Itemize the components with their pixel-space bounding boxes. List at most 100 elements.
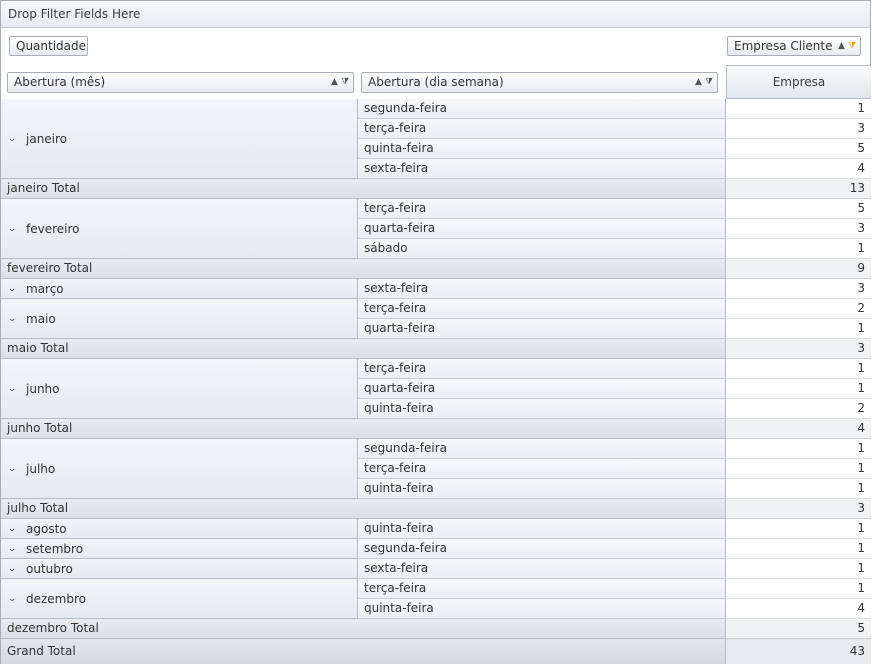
- day-row-header: terça-feira: [358, 459, 726, 479]
- row-field-abertura-dia-semana[interactable]: Abertura (dia semana) ▲ ⧩: [361, 72, 718, 93]
- month-label: fevereiro: [26, 221, 80, 236]
- value-cell: 2: [726, 399, 871, 419]
- value-cell: 1: [726, 459, 871, 479]
- day-row-header: segunda-feira: [358, 539, 726, 559]
- day-row-header: quarta-feira: [358, 319, 726, 339]
- value-cell: 4: [726, 159, 871, 179]
- day-row-header: sexta-feira: [358, 279, 726, 299]
- month-row-header[interactable]: ⌄ fevereiro: [1, 199, 358, 259]
- month-total-value: 5: [726, 619, 871, 639]
- chevron-down-icon[interactable]: ⌄: [7, 564, 23, 574]
- sort-ascending-icon[interactable]: ▲: [331, 77, 338, 87]
- column-header-empresa: Empresa: [726, 65, 871, 99]
- month-row-header[interactable]: ⌄ setembro: [1, 539, 358, 559]
- day-row-header: quarta-feira: [358, 379, 726, 399]
- row-field-abertura-mes[interactable]: Abertura (mês) ▲ ⧩: [7, 72, 354, 93]
- value-cell: 1: [726, 239, 871, 259]
- month-row-header[interactable]: ⌄ agosto: [1, 519, 358, 539]
- month-total-label: fevereiro Total: [1, 259, 726, 279]
- month-total-value: 13: [726, 179, 871, 199]
- month-total-label: dezembro Total: [1, 619, 726, 639]
- day-row-header: segunda-feira: [358, 439, 726, 459]
- day-row-header: quinta-feira: [358, 599, 726, 619]
- row-field-label: Abertura (mês): [14, 75, 106, 89]
- month-label: maio: [26, 311, 56, 326]
- value-cell: 5: [726, 199, 871, 219]
- day-row-header: terça-feira: [358, 119, 726, 139]
- value-cell: 1: [726, 479, 871, 499]
- grand-total-label: Grand Total: [1, 639, 726, 664]
- month-row-header[interactable]: ⌄ julho: [1, 439, 358, 499]
- value-cell: 1: [726, 439, 871, 459]
- value-cell: 1: [726, 319, 871, 339]
- month-label: março: [26, 281, 64, 296]
- day-row-header: quinta-feira: [358, 519, 726, 539]
- month-row-header[interactable]: ⌄ outubro: [1, 559, 358, 579]
- value-cell: 1: [726, 559, 871, 579]
- value-cell: 1: [726, 519, 871, 539]
- chevron-down-icon[interactable]: ⌄: [7, 224, 23, 234]
- month-row-header[interactable]: ⌄ maio: [1, 299, 358, 339]
- chevron-down-icon[interactable]: ⌄: [7, 594, 23, 604]
- value-cell: 1: [726, 99, 871, 119]
- day-row-header: terça-feira: [358, 359, 726, 379]
- day-row-header: quinta-feira: [358, 139, 726, 159]
- filter-icon[interactable]: ⧩: [705, 73, 713, 92]
- value-cell: 2: [726, 299, 871, 319]
- day-row-header: segunda-feira: [358, 99, 726, 119]
- column-field-empresa-cliente[interactable]: Empresa Cliente ▲ ⧩: [727, 36, 861, 56]
- month-total-label: janeiro Total: [1, 179, 726, 199]
- sort-ascending-icon[interactable]: ▲: [838, 41, 845, 51]
- chevron-down-icon[interactable]: ⌄: [7, 314, 23, 324]
- value-cell: 3: [726, 119, 871, 139]
- month-label: setembro: [26, 541, 84, 556]
- column-field-label: Empresa Cliente: [734, 39, 833, 53]
- day-row-header: quinta-feira: [358, 399, 726, 419]
- filter-drop-area[interactable]: Drop Filter Fields Here: [1, 1, 870, 28]
- day-row-header: terça-feira: [358, 199, 726, 219]
- month-total-value: 4: [726, 419, 871, 439]
- value-cell: 1: [726, 579, 871, 599]
- row-field-label: Abertura (dia semana): [368, 75, 504, 89]
- chevron-down-icon[interactable]: ⌄: [7, 384, 23, 394]
- data-field-label: Quantidade: [16, 39, 87, 53]
- month-total-value: 3: [726, 499, 871, 519]
- day-row-header: quinta-feira: [358, 479, 726, 499]
- month-total-value: 3: [726, 339, 871, 359]
- chevron-down-icon[interactable]: ⌄: [7, 134, 23, 144]
- chevron-down-icon[interactable]: ⌄: [7, 544, 23, 554]
- filter-icon[interactable]: ⧩: [341, 73, 349, 92]
- sort-ascending-icon[interactable]: ▲: [695, 77, 702, 87]
- day-row-header: sexta-feira: [358, 159, 726, 179]
- month-row-header[interactable]: ⌄ março: [1, 279, 358, 299]
- month-label: outubro: [26, 561, 73, 576]
- day-row-header: terça-feira: [358, 579, 726, 599]
- pivot-body: ⌄ janeiro segunda-feira 1 terça-feira 3 quinta…: [1, 99, 871, 664]
- month-label: janeiro: [26, 131, 68, 146]
- day-row-header: quarta-feira: [358, 219, 726, 239]
- chevron-down-icon[interactable]: ⌄: [7, 464, 23, 474]
- month-label: junho: [26, 381, 60, 396]
- month-row-header[interactable]: ⌄ dezembro: [1, 579, 358, 619]
- month-row-header[interactable]: ⌄ janeiro: [1, 99, 358, 179]
- value-cell: 1: [726, 379, 871, 399]
- chevron-down-icon[interactable]: ⌄: [7, 284, 23, 294]
- value-cell: 1: [726, 359, 871, 379]
- day-row-header: terça-feira: [358, 299, 726, 319]
- value-cell: 3: [726, 279, 871, 299]
- month-total-label: maio Total: [1, 339, 726, 359]
- pivot-grid: Drop Filter Fields Here Quantidade Empre…: [0, 0, 871, 664]
- day-row-header: sábado: [358, 239, 726, 259]
- month-label: dezembro: [26, 591, 86, 606]
- month-total-label: julho Total: [1, 499, 726, 519]
- month-total-label: junho Total: [1, 419, 726, 439]
- value-cell: 1: [726, 539, 871, 559]
- data-field-quantidade[interactable]: Quantidade: [9, 36, 88, 56]
- day-row-header: sexta-feira: [358, 559, 726, 579]
- value-cell: 5: [726, 139, 871, 159]
- value-cell: 3: [726, 219, 871, 239]
- value-cell: 4: [726, 599, 871, 619]
- month-row-header[interactable]: ⌄ junho: [1, 359, 358, 419]
- chevron-down-icon[interactable]: ⌄: [7, 524, 23, 534]
- filter-icon[interactable]: ⧩: [848, 37, 856, 55]
